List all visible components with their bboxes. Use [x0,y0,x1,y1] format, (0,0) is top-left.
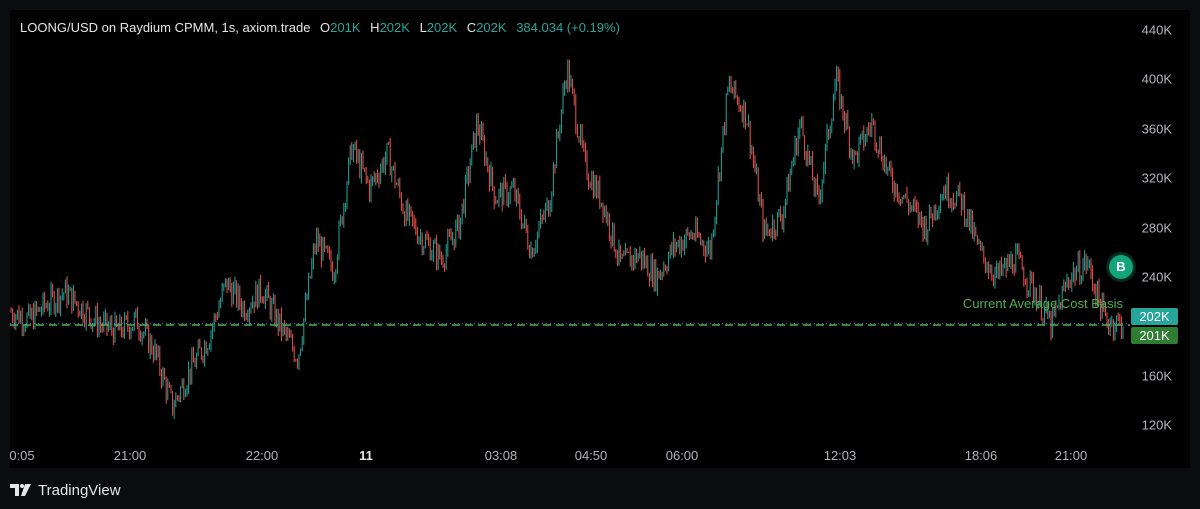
x-tick-label: 06:00 [665,448,699,463]
x-tick-label: 18:06 [964,448,998,463]
x-tick-label: 11 [359,448,373,463]
chart-plot[interactable] [10,10,1190,468]
y-tick-label: 320K [1141,170,1172,186]
y-tick-label: 360K [1141,121,1172,137]
x-tick-label: 0:05 [9,448,35,463]
low-label: L [419,20,427,35]
low-value: 202K [426,20,458,35]
x-tick-label: 12:03 [823,448,857,463]
tradingview-logo-icon [10,484,31,496]
chart-legend: LOONG/USD on Raydium CPMM, 1s, axiom.tra… [20,20,620,35]
x-tick-label: 03:08 [484,448,518,463]
buy-marker[interactable]: B [1109,255,1133,279]
y-tick-label: 440K [1141,22,1172,38]
y-tick-label: 240K [1141,269,1172,285]
open-value: 201K [330,20,361,35]
x-tick-label: 22:00 [245,448,279,463]
tradingview-brand: TradingView [38,481,121,499]
x-tick-label: 04:50 [574,448,608,463]
change-value: 384.034 (+0.19%) [516,20,620,35]
current-price-tag: 202K [1131,307,1178,325]
chart-frame[interactable] [10,10,1190,468]
footer[interactable]: TradingView [10,480,121,500]
cost-basis-label: Current Average Cost Basis [962,296,1123,311]
y-tick-label: 120K [1141,417,1172,433]
high-value: 202K [379,20,410,35]
candles [10,59,1124,420]
x-tick-label: 21:00 [113,448,147,463]
y-tick-label: 280K [1141,220,1172,235]
cost-basis-price-tag: 201K [1131,326,1178,344]
close-value: 202K [476,20,507,35]
open-label: O [320,20,331,35]
y-tick-label: 160K [1141,368,1172,384]
high-label: H [370,20,380,35]
close-label: C [466,20,477,35]
x-tick-label: 21:00 [1054,448,1088,463]
symbol-title: LOONG/USD on Raydium CPMM, 1s, axiom.tra… [20,20,311,35]
y-tick-label: 400K [1141,71,1172,87]
